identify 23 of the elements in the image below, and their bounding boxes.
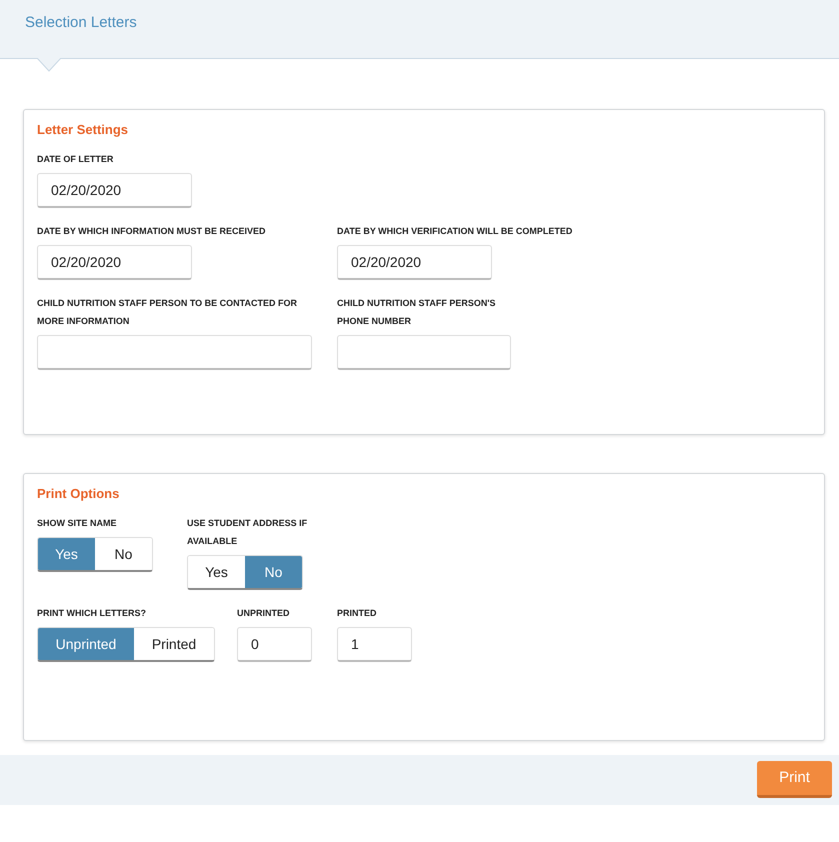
field-label: SHOW SITE NAME <box>37 517 118 530</box>
toggle-option[interactable]: Yes <box>38 538 95 570</box>
section-title: Letter Settings <box>37 122 130 137</box>
count-field[interactable]: 0 <box>237 627 312 662</box>
date-field[interactable]: 02/20/2020 <box>37 245 192 280</box>
toggle-option[interactable]: No <box>245 556 302 588</box>
date-field[interactable]: 02/20/2020 <box>337 245 492 280</box>
field-label: UNPRINTED <box>237 607 291 620</box>
page-title: Selection Letters <box>25 14 137 31</box>
field-label: PRINT WHICH LETTERS? <box>37 607 147 620</box>
field-label: PRINTED <box>337 607 378 620</box>
field-label: DATE BY WHICH INFORMATION MUST BE RECEIVED <box>37 225 267 238</box>
field-label: USE STUDENT ADDRESS IF AVAILABLE <box>187 517 308 548</box>
date-field[interactable]: 02/20/2020 <box>37 173 192 208</box>
field-label: DATE BY WHICH VERIFICATION WILL BE COMPLETED <box>337 225 574 238</box>
phone-field[interactable] <box>337 335 511 370</box>
toggle-option[interactable]: Unprinted <box>38 628 134 660</box>
input-field[interactable] <box>37 335 312 370</box>
field-label: CHILD NUTRITION STAFF PERSON TO BE CONTACTED FOR MORE INFORMATION <box>37 297 298 328</box>
field-label: DATE OF LETTER <box>37 153 114 166</box>
field-label: CHILD NUTRITION STAFF PERSON'S PHONE NUMBER <box>337 297 496 328</box>
section-title: Print Options <box>37 486 120 501</box>
count-field[interactable]: 1 <box>337 627 412 662</box>
